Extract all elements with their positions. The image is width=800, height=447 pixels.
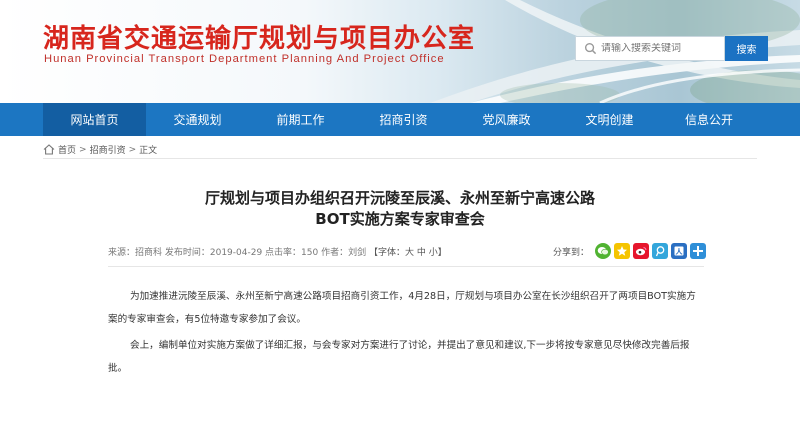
font-size-label: 【字体：: [368, 248, 405, 258]
font-size-large[interactable]: 大: [405, 248, 414, 258]
wechat-icon[interactable]: [595, 243, 612, 259]
breadcrumb-home-link[interactable]: 首页: [58, 143, 76, 156]
nav-item-transport-planning[interactable]: 交通规划: [146, 103, 249, 136]
share-label: 分享到：: [553, 247, 590, 258]
divider: [108, 266, 704, 267]
qzone-icon[interactable]: [614, 243, 631, 259]
article-paragraph: 会上，编制单位对实施方案做了详细汇报，与会专家对方案进行了讨论，并提出了意见和建…: [108, 340, 690, 374]
site-subtitle: Hunan Provincial Transport Department Pl…: [44, 53, 445, 65]
nav-item-information[interactable]: 信息公开: [661, 103, 757, 136]
nav-item-civilization[interactable]: 文明创建: [558, 103, 661, 136]
article-meta: 来源：招商科 发布时间：2019-04-29 点击率：150 作者：刘剑 【字体…: [108, 245, 447, 258]
font-size-control: 【字体：大 中 小】: [369, 248, 447, 258]
article-title-line: BOT实施方案专家审查会: [315, 210, 485, 228]
breadcrumb-separator: >: [79, 144, 87, 155]
breadcrumb: 首页 > 招商引资 > 正文: [43, 143, 157, 156]
search-button[interactable]: 搜索: [725, 36, 768, 61]
breadcrumb-current: 正文: [139, 146, 158, 156]
nav-item-integrity[interactable]: 党风廉政: [455, 103, 558, 136]
home-icon: [43, 144, 55, 155]
nav-item-home[interactable]: 网站首页: [43, 103, 146, 136]
breadcrumb-separator: >: [128, 144, 137, 155]
share-bar: 分享到： 人: [553, 243, 709, 259]
search-icon: [584, 42, 597, 55]
nav-item-preliminary-work[interactable]: 前期工作: [249, 103, 352, 136]
divider: [43, 158, 757, 159]
more-icon[interactable]: [690, 243, 707, 259]
font-size-close: 】: [437, 248, 447, 258]
article-meta-info: 来源：招商科 发布时间：2019-04-29 点击率：150 作者：刘剑: [108, 248, 367, 258]
tencent-weibo-icon[interactable]: [652, 243, 669, 259]
nav-item-investment[interactable]: 招商引资: [352, 103, 455, 136]
svg-text:人: 人: [676, 247, 684, 256]
search-input[interactable]: [601, 43, 721, 54]
article-title-line: 厅规划与项目办组织召开沅陵至辰溪、永州至新宁高速公路: [204, 189, 595, 207]
font-size-medium[interactable]: 中: [417, 248, 426, 258]
breadcrumb-section-link[interactable]: 招商引资: [90, 143, 126, 156]
font-size-small[interactable]: 小: [429, 248, 438, 258]
article-paragraph: 为加速推进沅陵至辰溪、永州至新宁高速公路项目招商引资工作，4月28日，厅规划与项…: [108, 291, 696, 325]
site-header: 湖南省交通运输厅规划与项目办公室 Hunan Provincial Transp…: [0, 0, 800, 103]
renren-icon[interactable]: 人: [671, 243, 688, 259]
main-nav: 网站首页 交通规划 前期工作 招商引资 党风廉政 文明创建 信息公开: [0, 103, 800, 136]
site-title: 湖南省交通运输厅规划与项目办公室: [43, 24, 476, 54]
article-title: 厅规划与项目办组织召开沅陵至辰溪、永州至新宁高速公路 BOT实施方案专家审查会: [100, 188, 700, 230]
search-box: [575, 36, 725, 61]
weibo-icon[interactable]: [633, 243, 650, 259]
